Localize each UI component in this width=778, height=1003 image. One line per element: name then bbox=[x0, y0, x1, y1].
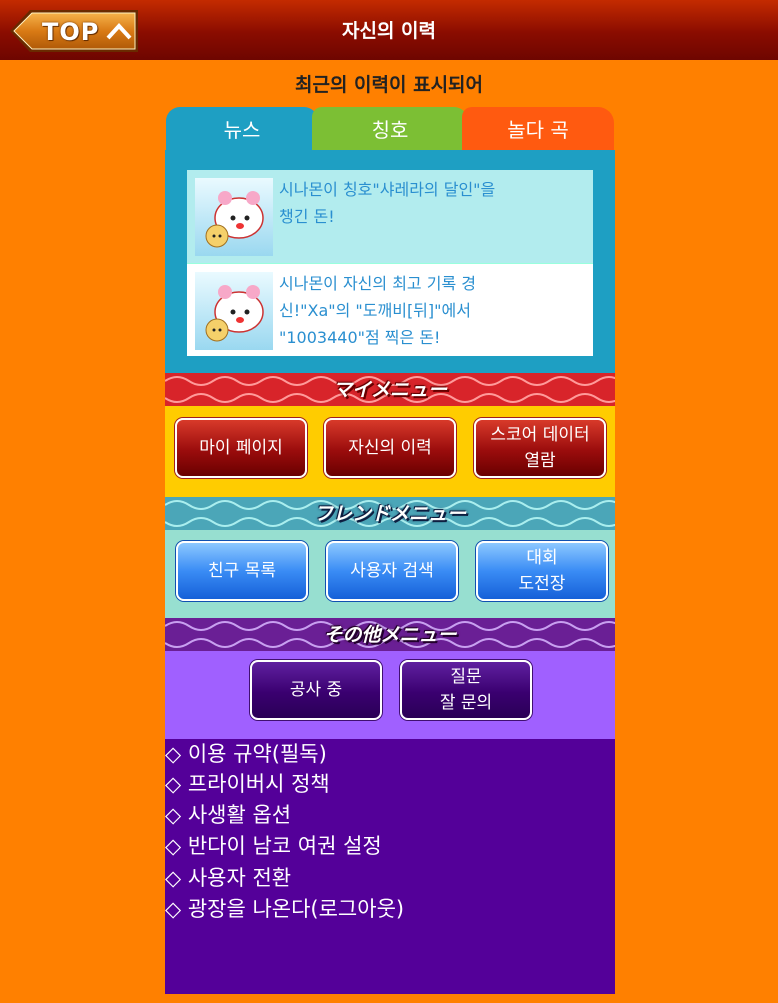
page-title: 자신의 이력 bbox=[341, 20, 436, 42]
friend-menu-banner: フレンドメニュー bbox=[165, 497, 615, 530]
tab-news[interactable]: 뉴스 bbox=[166, 107, 318, 153]
news-panel: 시나몬이 칭호"샤레라의 달인"을 챙긴 돈! 시나몬이 자신의 최고 기록 경… bbox=[165, 150, 615, 373]
other-menu-title: その他メニュー bbox=[323, 624, 457, 646]
under-construction-button[interactable]: 공사 중 bbox=[250, 660, 382, 720]
faq-inquiry-button[interactable]: 질문 잘 문의 bbox=[400, 660, 532, 720]
page-subtitle: 최근의 이력이 표시되어 bbox=[294, 74, 484, 96]
logout-link[interactable]: ◇ 광장을 나온다(로그아웃) bbox=[165, 894, 404, 925]
user-search-button[interactable]: 사용자 검색 bbox=[326, 541, 458, 601]
history-button[interactable]: 자신의 이력 bbox=[324, 418, 456, 478]
friend-menu-title: フレンドメニュー bbox=[313, 503, 466, 525]
my-menu-banner: マイメニュー bbox=[165, 373, 615, 406]
my-menu-section: 마이 페이지 자신의 이력 스코어 데이터 열람 bbox=[165, 406, 615, 497]
privacy-options-link[interactable]: ◇ 사생활 옵션 bbox=[165, 800, 291, 831]
friend-list-button[interactable]: 친구 목록 bbox=[176, 541, 308, 601]
privacy-policy-link[interactable]: ◇ 프라이버시 정책 bbox=[165, 769, 330, 800]
avatar bbox=[195, 178, 273, 256]
passport-settings-link[interactable]: ◇ 반다이 남코 여권 설정 bbox=[165, 831, 382, 862]
my-menu-title: マイメニュー bbox=[332, 379, 447, 401]
news-text: 시나몬이 칭호"샤레라의 달인"을 챙긴 돈! bbox=[279, 180, 496, 226]
avatar bbox=[195, 272, 273, 350]
footer-links: ◇ 이용 규약(필독) ◇ 프라이버시 정책 ◇ 사생활 옵션 ◇ 반다이 남코… bbox=[165, 739, 615, 994]
friend-menu-section: 친구 목록 사용자 검색 대회 도전장 bbox=[165, 530, 615, 618]
tab-title[interactable]: 칭호 bbox=[312, 107, 468, 153]
news-item[interactable]: 시나몬이 칭호"샤레라의 달인"을 챙긴 돈! bbox=[187, 170, 593, 263]
my-page-button[interactable]: 마이 페이지 bbox=[175, 418, 307, 478]
header-bar: TOP 자신의 이력 bbox=[0, 0, 778, 60]
score-data-button[interactable]: 스코어 데이터 열람 bbox=[474, 418, 606, 478]
mascot-avatar-icon bbox=[205, 191, 264, 248]
tab-played-songs[interactable]: 놀다 곡 bbox=[462, 107, 614, 153]
tournament-challenge-button[interactable]: 대회 도전장 bbox=[476, 541, 608, 601]
other-menu-section: 공사 중 질문 잘 문의 bbox=[165, 651, 615, 739]
news-text: 시나몬이 자신의 최고 기록 경신!"Xa"의 "도깨비[뒤]"에서 "1003… bbox=[279, 274, 476, 347]
other-menu-banner: その他メニュー bbox=[165, 618, 615, 651]
news-list: 시나몬이 칭호"샤레라의 달인"을 챙긴 돈! 시나몬이 자신의 최고 기록 경… bbox=[187, 170, 593, 357]
mascot-avatar-icon bbox=[205, 285, 264, 342]
switch-user-link[interactable]: ◇ 사용자 전환 bbox=[165, 863, 291, 894]
news-item[interactable]: 시나몬이 자신의 최고 기록 경신!"Xa"의 "도깨비[뒤]"에서 "1003… bbox=[187, 263, 593, 356]
terms-of-use-link[interactable]: ◇ 이용 규약(필독) bbox=[165, 739, 327, 770]
